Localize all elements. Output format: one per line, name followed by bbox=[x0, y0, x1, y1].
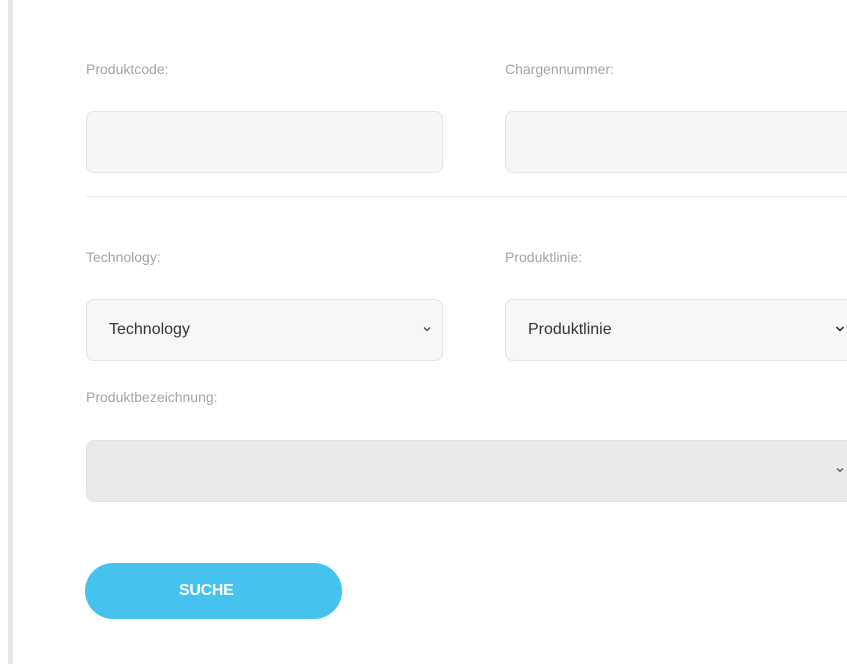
search-form-page: Produktcode: Chargennummer: Technology: … bbox=[0, 0, 847, 664]
chevron-down-icon bbox=[423, 327, 431, 332]
technology-label: Technology: bbox=[86, 249, 161, 265]
product-code-label: Produktcode: bbox=[86, 61, 169, 77]
product-code-input[interactable] bbox=[86, 111, 443, 173]
product-line-label: Produktlinie: bbox=[505, 249, 583, 265]
product-name-select[interactable] bbox=[86, 440, 847, 502]
batch-number-label: Chargennummer: bbox=[505, 61, 614, 77]
product-name-label: Produktbezeichnung: bbox=[86, 389, 218, 405]
chevron-down-icon bbox=[835, 326, 845, 332]
product-line-select-value: Produktlinie bbox=[528, 321, 612, 338]
technology-select-value: Technology bbox=[109, 321, 190, 338]
section-divider bbox=[86, 196, 847, 197]
left-border bbox=[8, 0, 13, 664]
product-line-select[interactable]: Produktlinie bbox=[505, 299, 847, 361]
search-button[interactable]: SUCHE bbox=[85, 563, 342, 619]
technology-select[interactable]: Technology bbox=[86, 299, 443, 361]
chevron-down-icon bbox=[836, 468, 844, 473]
batch-number-input[interactable] bbox=[505, 111, 847, 173]
